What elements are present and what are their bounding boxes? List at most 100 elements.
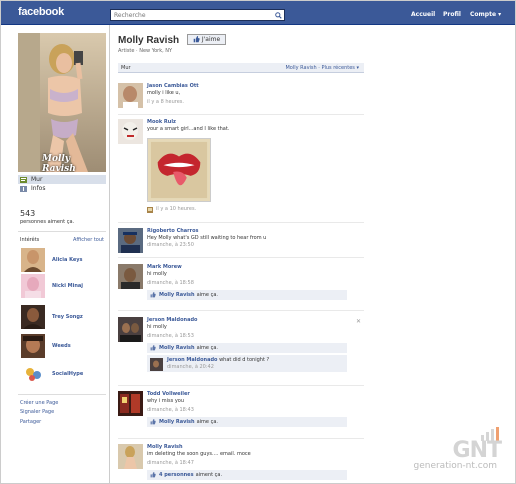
facebook-page: { "topbar": {"logo": "facebook", "search… (0, 0, 516, 484)
thumbs-up-icon (193, 36, 200, 43)
interest-name: SocialHype (52, 371, 84, 377)
post-author[interactable]: Mook Rulz (147, 119, 363, 126)
thumbs-up-icon (150, 345, 156, 351)
like-text: aime ça. (196, 419, 218, 425)
interests-header: Intérêts Afficher tout (20, 237, 104, 243)
comment-author[interactable]: Jerson Maldonado (167, 357, 217, 363)
post-time[interactable]: dimanche, à 18:53 (147, 333, 363, 340)
post-body: Todd Vollweiler why i miss you dimanche,… (147, 391, 363, 427)
thumbs-up-icon (150, 292, 156, 298)
interest-item[interactable]: Alicia Keys (21, 248, 83, 272)
left-nav-wall[interactable]: Mur (18, 175, 106, 184)
post-divider (118, 257, 364, 258)
like-author[interactable]: Molly Ravish (159, 345, 195, 351)
interest-item[interactable]: Weeds (21, 334, 71, 358)
top-bar: facebook Accueil Profil Compte ▾ (1, 1, 515, 25)
interest-name: Nicki Minaj (52, 283, 83, 289)
left-nav-info[interactable]: Infos (18, 184, 106, 193)
post-likes-bar: Molly Ravish aime ça. (147, 343, 347, 353)
interest-item[interactable]: Nicki Minaj (21, 274, 83, 298)
info-icon (20, 185, 27, 192)
post-avatar[interactable] (118, 83, 143, 108)
post-body: Molly Ravish im deleting the soon guys..… (147, 444, 363, 480)
likes-label: personnes aiment ça. (20, 219, 75, 225)
post-author[interactable]: Rigoberto Charros (147, 228, 363, 235)
post-author[interactable]: Jerson Maldonado (147, 317, 363, 324)
post-author[interactable]: Mark Morew (147, 264, 363, 271)
nav-home[interactable]: Accueil (411, 11, 435, 18)
post-time[interactable]: il y a 10 heures. (156, 206, 196, 213)
post-divider (118, 222, 364, 223)
post-avatar[interactable] (118, 119, 143, 144)
post-photo[interactable] (147, 138, 211, 202)
like-page-button[interactable]: J'aime (187, 34, 226, 45)
interest-name: Trey Songz (52, 314, 83, 320)
report-page-link[interactable]: Signaler Page (20, 409, 54, 415)
like-text: aiment ça. (195, 472, 223, 478)
post-message: im deleting the soon guys.... email. moc… (147, 451, 251, 457)
post-avatar[interactable] (118, 264, 143, 289)
post-avatar[interactable] (118, 317, 143, 342)
post-time[interactable]: dimanche, à 23:50 (147, 242, 363, 249)
nav-account[interactable]: Compte ▾ (470, 11, 501, 18)
post-time[interactable]: dimanche, à 18:43 (147, 407, 363, 414)
left-nav-wall-label: Mur (31, 176, 43, 183)
post-body: Jason Cambias Ott molly i like u, il y a… (147, 83, 363, 106)
post-time[interactable]: il y a 8 heures. (147, 99, 363, 106)
thumbs-up-icon (150, 472, 156, 478)
post-author[interactable]: Todd Vollweiler (147, 391, 363, 398)
post-avatar[interactable] (118, 228, 143, 253)
create-page-link[interactable]: Créer une Page (20, 400, 58, 406)
interest-item[interactable]: SocialHype (21, 362, 83, 386)
post-avatar[interactable] (118, 444, 143, 469)
comment-time[interactable]: dimanche, à 20:42 (167, 364, 214, 370)
share-link[interactable]: Partager (20, 419, 41, 425)
facebook-logo[interactable]: facebook (18, 6, 64, 18)
interests-title: Intérêts (20, 237, 40, 243)
wall-filter-dropdown[interactable]: Molly Ravish · Plus récentes ▾ (285, 65, 359, 71)
left-nav-info-label: Infos (31, 185, 46, 192)
post-message: hi molly (147, 324, 167, 330)
interest-name: Alicia Keys (52, 257, 83, 263)
interest-name: Weeds (52, 343, 71, 349)
search-input[interactable] (111, 10, 271, 20)
like-author[interactable]: Molly Ravish (159, 419, 195, 425)
photo-icon (147, 206, 153, 213)
tab-wall[interactable]: Mur (121, 65, 131, 71)
divider (18, 231, 106, 232)
post-time[interactable]: dimanche, à 18:58 (147, 280, 363, 287)
like-page-label: J'aime (201, 36, 221, 43)
post-message: hi molly (147, 271, 167, 277)
post-divider (118, 114, 364, 115)
post-divider (118, 310, 364, 311)
nav-profile[interactable]: Profil (443, 11, 461, 18)
remove-post-icon[interactable]: ✕ (356, 318, 361, 325)
post-divider (118, 438, 364, 439)
post-message: Hey Molly what's GD still waiting to hea… (147, 235, 267, 241)
post-author[interactable]: Molly Ravish (147, 444, 363, 451)
wall-tab-bar: Mur Molly Ravish · Plus récentes ▾ (118, 63, 364, 73)
search-box[interactable] (110, 9, 285, 21)
see-all-link[interactable]: Afficher tout (73, 237, 104, 243)
like-author[interactable]: Molly Ravish (159, 292, 195, 298)
like-author[interactable]: 4 personnes (159, 472, 194, 478)
left-nav: Mur Infos (18, 175, 106, 193)
interest-thumbnail (21, 274, 45, 298)
profile-picture[interactable]: Molly Ravish (18, 33, 106, 172)
post-likes-bar: Molly Ravish aime ça. (147, 290, 347, 300)
post-body: Mark Morew hi molly dimanche, à 18:58 Mo… (147, 264, 363, 300)
post-time[interactable]: dimanche, à 18:47 (147, 460, 363, 467)
like-text: aime ça. (196, 345, 218, 351)
watermark-logo: GNT (452, 438, 502, 463)
thumbs-up-icon (150, 419, 156, 425)
interest-thumbnail (21, 334, 45, 358)
interest-item[interactable]: Trey Songz (21, 305, 83, 329)
interest-thumbnail (21, 248, 45, 272)
search-icon[interactable] (273, 10, 284, 20)
post-author[interactable]: Jason Cambias Ott (147, 83, 363, 90)
comment-avatar[interactable] (150, 358, 163, 371)
wall-icon (20, 176, 27, 183)
post-likes-bar: 4 personnes aiment ça. (147, 470, 347, 480)
comment-message: what did d tonight ? (219, 357, 270, 363)
post-avatar[interactable] (118, 391, 143, 416)
